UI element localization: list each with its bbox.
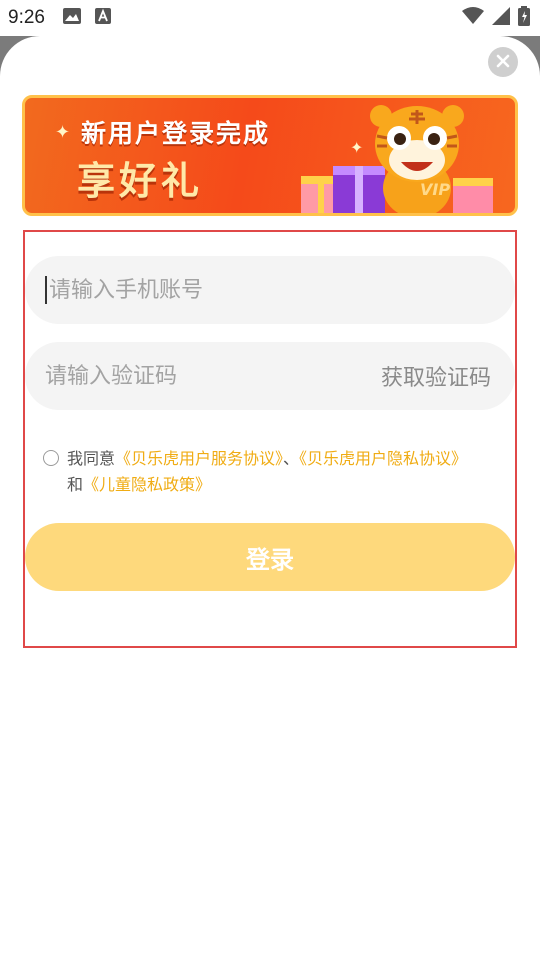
agreement-checkbox[interactable] [43, 450, 59, 466]
image-icon [62, 8, 81, 28]
sparkle-icon: ✦ [55, 122, 71, 143]
close-icon [496, 53, 510, 72]
vip-badge: VIP [420, 180, 451, 199]
banner-headline: 新用户登录完成 [81, 119, 271, 148]
close-button[interactable] [488, 47, 518, 77]
get-code-button[interactable]: 获取验证码 [381, 360, 491, 392]
signal-icon [492, 7, 510, 29]
code-input-row[interactable]: 获取验证码 [25, 342, 515, 410]
login-button-label: 登录 [246, 545, 294, 574]
status-bar: 9:26 [0, 0, 540, 36]
banner-subheadline: 享好礼 [77, 159, 204, 203]
phone-input[interactable] [49, 277, 349, 303]
text-a-icon [94, 8, 111, 28]
phone-input-row[interactable] [25, 256, 515, 324]
agreement-separator: 、 [283, 449, 300, 468]
agreement-row: 我同意《贝乐虎用户服务协议》、《贝乐虎用户隐私协议》和《儿童隐私政策》 [43, 446, 483, 498]
status-right-icons [462, 6, 530, 30]
text-caret [45, 276, 47, 304]
tiger-mascot-illustration [301, 105, 493, 213]
agreement-and: 和 [67, 475, 84, 494]
child-privacy-link[interactable]: 《儿童隐私政策》 [83, 475, 211, 494]
login-button[interactable]: 登录 [25, 523, 515, 591]
verification-code-input[interactable] [45, 363, 345, 389]
wifi-icon [462, 7, 484, 29]
promo-banner[interactable]: ✦ 新用户登录完成 享好礼 ✦ VIP [22, 95, 518, 216]
privacy-agreement-link[interactable]: 《贝乐虎用户隐私协议》 [299, 449, 467, 468]
agreement-text: 我同意《贝乐虎用户服务协议》、《贝乐虎用户隐私协议》和《儿童隐私政策》 [67, 446, 483, 498]
status-time: 9:26 [8, 7, 45, 28]
battery-charging-icon [518, 6, 530, 30]
service-agreement-link[interactable]: 《贝乐虎用户服务协议》 [115, 449, 283, 468]
agreement-prefix: 我同意 [67, 449, 116, 468]
